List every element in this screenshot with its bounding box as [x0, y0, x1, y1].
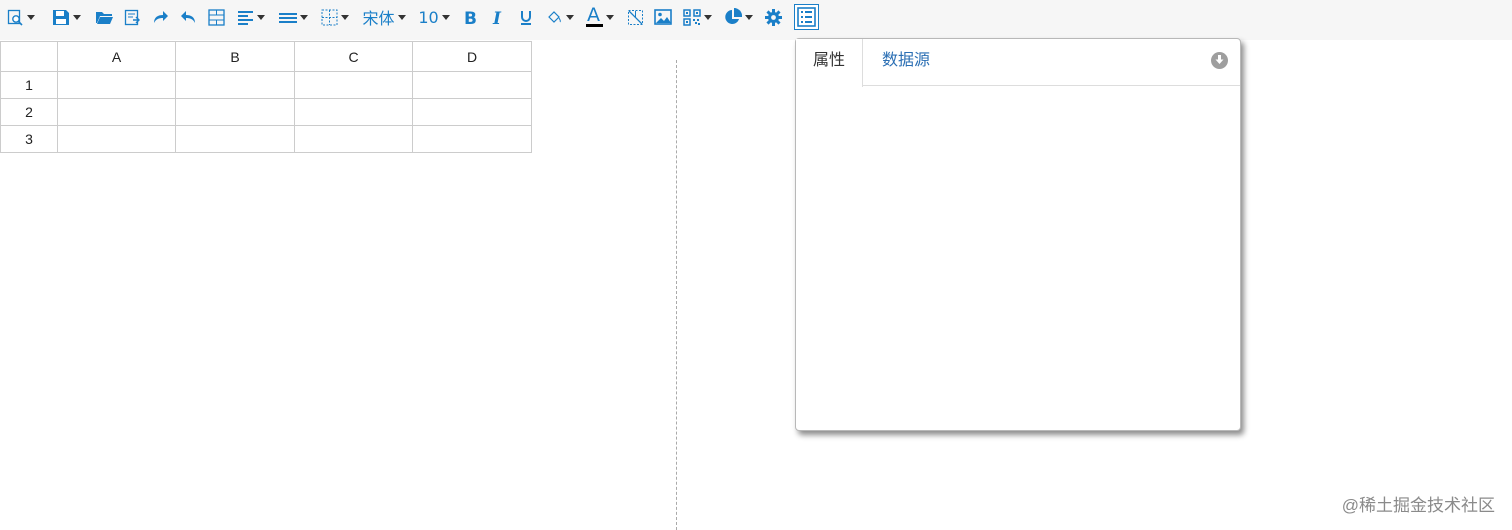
- svg-text:B: B: [464, 9, 477, 26]
- merge-cells-button[interactable]: [205, 4, 227, 30]
- bold-button[interactable]: B: [460, 4, 480, 30]
- table-row: 2: [0, 98, 532, 126]
- spreadsheet-grid: A B C D 1 2 3: [0, 41, 532, 153]
- tab-datasource[interactable]: 数据源: [882, 39, 930, 86]
- cell-b2[interactable]: [175, 98, 295, 126]
- font-color-icon: A: [586, 5, 603, 29]
- cell-d2[interactable]: [412, 98, 532, 126]
- clear-format-button[interactable]: [624, 4, 646, 30]
- chevron-down-icon: [257, 14, 265, 20]
- cell-d3[interactable]: [412, 125, 532, 153]
- tab-properties[interactable]: 属性: [796, 39, 863, 87]
- row-header-1[interactable]: 1: [0, 71, 58, 99]
- italic-button[interactable]: I: [488, 4, 508, 30]
- page-boundary-divider: [676, 60, 677, 530]
- underline-icon: [519, 9, 533, 26]
- redo-button[interactable]: [149, 4, 171, 30]
- bold-icon: B: [463, 9, 477, 26]
- column-header-c[interactable]: C: [294, 41, 413, 72]
- undo-button[interactable]: [177, 4, 199, 30]
- chevron-down-icon: [341, 14, 349, 20]
- cell-b3[interactable]: [175, 125, 295, 153]
- chevron-down-icon: [566, 14, 574, 20]
- corner-cell[interactable]: [0, 41, 58, 72]
- chevron-down-icon: [606, 14, 614, 20]
- save-icon: [52, 9, 70, 26]
- merge-cells-icon: [207, 8, 225, 26]
- chevron-down-icon: [744, 14, 753, 20]
- italic-icon: I: [491, 9, 505, 26]
- table-row: 3: [0, 125, 532, 153]
- chevron-down-icon: [703, 14, 712, 20]
- align-horizontal-dropdown[interactable]: [234, 4, 268, 30]
- borders-dropdown[interactable]: [318, 4, 352, 30]
- cell-b1[interactable]: [175, 71, 295, 99]
- font-family-select[interactable]: 宋体: [360, 4, 408, 30]
- qrcode-dropdown[interactable]: [680, 4, 714, 30]
- watermark: @稀土掘金技术社区: [1341, 496, 1495, 515]
- cell-d1[interactable]: [412, 71, 532, 99]
- chevron-down-icon: [27, 14, 35, 20]
- row-header-2[interactable]: 2: [0, 98, 58, 126]
- cell-c1[interactable]: [294, 71, 413, 99]
- column-header-a[interactable]: A: [57, 41, 176, 72]
- open-folder-icon: [95, 9, 114, 25]
- row-header-3[interactable]: 3: [0, 125, 58, 153]
- column-header-d[interactable]: D: [412, 41, 532, 72]
- clear-format-icon: [627, 9, 644, 26]
- chevron-down-icon: [299, 14, 308, 20]
- align-horizontal-icon: [237, 9, 254, 25]
- list-panel-toggle[interactable]: [794, 4, 819, 30]
- cell-c3[interactable]: [294, 125, 413, 153]
- arrow-down-circle-icon: [1214, 52, 1225, 70]
- cell-a3[interactable]: [57, 125, 176, 153]
- chart-dropdown[interactable]: [721, 4, 755, 30]
- fill-color-icon: [546, 9, 563, 26]
- qrcode-icon: [682, 8, 701, 26]
- svg-text:A: A: [587, 5, 600, 26]
- preview-dropdown[interactable]: [4, 4, 38, 30]
- settings-icon: [764, 8, 782, 26]
- undo-icon: [180, 9, 197, 25]
- font-color-dropdown[interactable]: A: [583, 4, 617, 30]
- cell-a2[interactable]: [57, 98, 176, 126]
- chevron-down-icon: [72, 14, 81, 20]
- borders-icon: [321, 9, 338, 26]
- underline-button[interactable]: [516, 4, 536, 30]
- font-size-value: 10: [418, 7, 439, 27]
- font-family-value: 宋体: [362, 9, 395, 28]
- table-row: 1: [0, 71, 532, 99]
- preview-icon: [7, 9, 24, 26]
- insert-image-button[interactable]: [652, 4, 674, 30]
- image-icon: [654, 9, 672, 25]
- cell-a1[interactable]: [57, 71, 176, 99]
- column-header-b[interactable]: B: [175, 41, 295, 72]
- collapse-panel-button[interactable]: [1211, 52, 1228, 69]
- chart-icon: [724, 8, 742, 26]
- list-panel-icon: [797, 7, 816, 27]
- export-icon: [124, 9, 141, 26]
- chevron-down-icon: [441, 14, 450, 20]
- column-header-row: A B C D: [0, 41, 532, 72]
- align-vertical-dropdown[interactable]: [276, 4, 310, 30]
- toolbar: 宋体 10 B I A: [0, 0, 1512, 40]
- cell-c2[interactable]: [294, 98, 413, 126]
- save-dropdown[interactable]: [49, 4, 83, 30]
- fill-color-dropdown[interactable]: [543, 4, 577, 30]
- property-panel: 属性 数据源: [795, 38, 1241, 431]
- chevron-down-icon: [397, 14, 406, 20]
- redo-icon: [152, 9, 169, 25]
- export-button[interactable]: [121, 4, 143, 30]
- panel-tabs: 属性 数据源: [796, 39, 1240, 87]
- svg-text:I: I: [492, 9, 502, 26]
- font-size-select[interactable]: 10: [416, 4, 452, 30]
- align-vertical-icon: [278, 11, 297, 23]
- settings-button[interactable]: [763, 4, 783, 30]
- open-button[interactable]: [93, 4, 115, 30]
